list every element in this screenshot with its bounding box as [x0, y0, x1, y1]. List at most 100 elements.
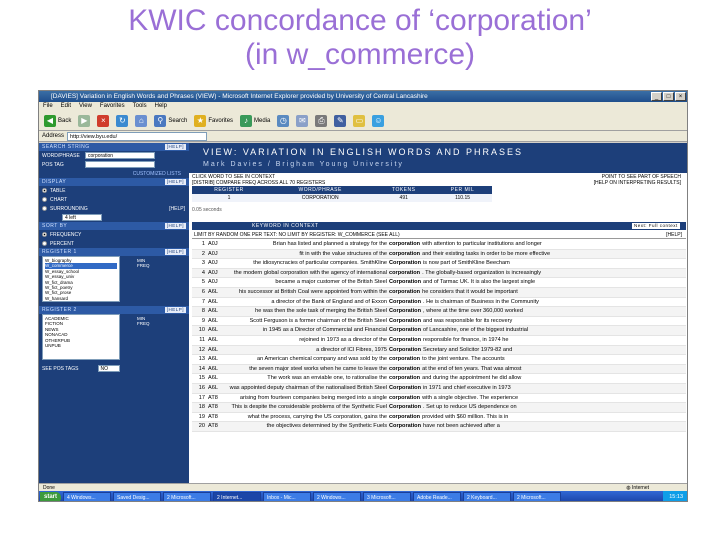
pos-tags-select[interactable]: NO: [97, 365, 120, 372]
refresh-button[interactable]: ↻: [114, 113, 130, 129]
register2-help-link[interactable]: [HELP]: [164, 307, 186, 313]
taskbar-task[interactable]: 4 Windows...: [63, 492, 112, 501]
kwic-keyword[interactable]: Corporation: [387, 327, 423, 333]
search-button[interactable]: ⚲ Search: [152, 113, 189, 129]
table-row[interactable]: 13 A6L an American chemical company and wa…: [192, 355, 686, 365]
info-help-link[interactable]: [HELP ON INTERPRETING RESULTS]: [591, 180, 681, 186]
radio-checked-icon[interactable]: [42, 232, 47, 237]
back-button[interactable]: ◀ Back: [42, 113, 73, 129]
kwic-keyword[interactable]: corporation: [387, 375, 422, 381]
kwic-keyword[interactable]: corporation: [387, 356, 422, 362]
menu-favorites[interactable]: Favorites: [100, 102, 125, 111]
kwic-row-source[interactable]: A6L: [208, 384, 222, 393]
kwic-keyword[interactable]: corporation: [387, 289, 422, 295]
radio-unchecked-icon[interactable]: [42, 197, 47, 202]
menu-help[interactable]: Help: [155, 102, 167, 111]
pos-tag-select[interactable]: [85, 161, 155, 168]
taskbar-task[interactable]: 3 Microsoft...: [363, 492, 412, 501]
kwic-row-source[interactable]: A6L: [208, 288, 222, 297]
table-row[interactable]: 2 A0J fit in with the value structures of …: [192, 249, 686, 260]
table-row[interactable]: 1 A0J Brian has listed and planned a strat…: [192, 240, 686, 250]
radio-unchecked-icon[interactable]: [42, 206, 47, 211]
surrounding-help-link[interactable]: [HELP]: [169, 206, 189, 212]
display-help-link[interactable]: [HELP]: [164, 179, 186, 185]
stop-button[interactable]: ×: [95, 113, 111, 129]
table-row[interactable]: 15 A6L The work was an enviable one, to ra…: [192, 374, 686, 384]
edit-button[interactable]: ✎: [332, 113, 348, 129]
kwic-row-source[interactable]: A6L: [208, 346, 222, 355]
table-row[interactable]: 16 A6L was appointed deputy chairman of th…: [192, 383, 686, 394]
kwic-keyword[interactable]: corporation: [387, 270, 422, 276]
word-phrase-input[interactable]: corporation: [85, 152, 155, 159]
table-row[interactable]: 5 A0J became a major customer of the Briti…: [192, 278, 686, 288]
surrounding-select[interactable]: 4 left: [62, 214, 102, 221]
kwic-row-source[interactable]: A0J: [208, 278, 222, 287]
kwic-row-source[interactable]: A6L: [208, 336, 222, 345]
radio-checked-icon[interactable]: [42, 188, 47, 193]
kwic-row-source[interactable]: A0J: [208, 240, 222, 249]
taskbar-task[interactable]: Adobe Reade...: [413, 492, 462, 501]
table-row[interactable]: 6 A6L his successor at British Coal were a…: [192, 287, 686, 298]
display-table-option[interactable]: TABLE: [39, 186, 189, 195]
taskbar-task[interactable]: 2 Microsoft...: [513, 492, 562, 501]
kwic-keyword[interactable]: Corporation: [387, 279, 423, 285]
table-row[interactable]: 14 A6L the seven major steel works when he…: [192, 364, 686, 375]
table-row[interactable]: 4 A0J the modern global corporation with t…: [192, 268, 686, 279]
kwic-keyword[interactable]: corporation: [387, 251, 422, 257]
print-button[interactable]: ⎙: [313, 113, 329, 129]
kwic-row-source[interactable]: AT8: [208, 413, 222, 422]
maximize-icon[interactable]: □: [663, 92, 674, 101]
kwic-row-source[interactable]: AT8: [208, 403, 222, 412]
messenger-button[interactable]: ☺: [370, 113, 386, 129]
kwic-row-source[interactable]: AT8: [208, 422, 222, 431]
customized-lists-link[interactable]: CUSTOMIZED LISTS: [39, 169, 189, 178]
home-button[interactable]: ⌂: [133, 113, 149, 129]
kwic-row-source[interactable]: A6L: [208, 374, 222, 383]
table-row[interactable]: 7 A6L a director of the Bank of England an…: [192, 298, 686, 308]
kwic-keyword[interactable]: Corporation: [387, 404, 423, 410]
surrounding-option[interactable]: SURROUNDING [HELP]: [39, 204, 189, 213]
folder-button[interactable]: ▭: [351, 113, 367, 129]
start-button[interactable]: start: [40, 491, 62, 501]
kwic-row-source[interactable]: A6L: [208, 355, 222, 364]
kwic-keyword[interactable]: Corporation: [387, 385, 423, 391]
kwic-row-source[interactable]: A0J: [208, 250, 222, 259]
table-row[interactable]: 19 AT8 what the process, carrying the US c…: [192, 413, 686, 423]
register1-listbox[interactable]: W_biography W_commerce W_essay_school W_ess…: [42, 256, 120, 302]
sort-frequency-option[interactable]: FREQUENCY: [39, 230, 189, 239]
table-row[interactable]: 8 A6L he was then the sole task of merging…: [192, 307, 686, 317]
kwic-row-source[interactable]: A6L: [208, 326, 222, 335]
forward-button[interactable]: ▶: [76, 113, 92, 129]
taskbar-task[interactable]: 2 Microsoft...: [163, 492, 212, 501]
kwic-row-source[interactable]: A0J: [208, 259, 222, 268]
sort-percent-option[interactable]: PERCENT: [39, 239, 189, 248]
kwic-keyword[interactable]: corporation: [387, 414, 422, 420]
kwic-row-source[interactable]: A6L: [208, 307, 222, 316]
history-button[interactable]: ◷: [275, 113, 291, 129]
taskbar-task[interactable]: 2 Windows...: [313, 492, 362, 501]
table-row[interactable]: 1 CORPORATION 491 110.15: [192, 194, 492, 202]
kwic-keyword[interactable]: corporation: [387, 395, 422, 401]
kwic-keyword[interactable]: Corporation: [387, 299, 423, 305]
table-row[interactable]: 10 A6L in 1945 as a Director of Commercial…: [192, 326, 686, 336]
menu-view[interactable]: View: [79, 102, 92, 111]
display-chart-option[interactable]: CHART: [39, 195, 189, 204]
taskbar-task[interactable]: 2 Internet...: [213, 492, 262, 501]
address-input[interactable]: http://view.byu.edu/: [67, 131, 208, 141]
menu-file[interactable]: File: [43, 102, 53, 111]
kwic-help-link[interactable]: [HELP]: [666, 231, 682, 238]
menu-tools[interactable]: Tools: [133, 102, 147, 111]
radio-unchecked-icon[interactable]: [42, 241, 47, 246]
kwic-row-source[interactable]: AT8: [208, 394, 222, 403]
close-icon[interactable]: ×: [675, 92, 686, 101]
kwic-row-source[interactable]: A0J: [208, 269, 222, 278]
menu-edit[interactable]: Edit: [61, 102, 71, 111]
register1-help-link[interactable]: [HELP]: [164, 249, 186, 255]
kwic-keyword[interactable]: corporation: [387, 241, 422, 247]
sort-help-link[interactable]: [HELP]: [164, 223, 186, 229]
favorites-button[interactable]: ★ Favorites: [192, 113, 235, 129]
kwic-keyword[interactable]: Corporation: [387, 347, 423, 353]
table-row[interactable]: 18 AT8 This is despite the considerable pr…: [192, 403, 686, 413]
taskbar-task[interactable]: Inbox - Mic...: [263, 492, 312, 501]
media-button[interactable]: ♪ Media: [238, 113, 272, 129]
